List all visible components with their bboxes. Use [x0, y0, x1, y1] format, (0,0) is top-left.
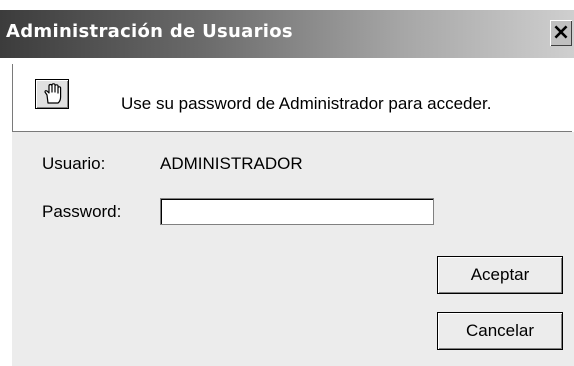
password-label: Password:	[42, 202, 122, 221]
title-bar[interactable]: Administración de Usuarios ×	[0, 10, 574, 58]
cancel-button[interactable]: Cancelar	[437, 312, 563, 350]
accept-button[interactable]: Aceptar	[437, 256, 563, 294]
admin-users-dialog: Administración de Usuarios × Use su pass…	[0, 0, 574, 366]
window-title: Administración de Usuarios	[6, 21, 293, 42]
password-input[interactable]	[160, 198, 434, 225]
hand-icon	[35, 79, 69, 109]
info-panel: Use su password de Administrador para ac…	[12, 64, 572, 132]
close-button[interactable]: ×	[550, 20, 572, 46]
user-label: Usuario:	[42, 154, 106, 173]
info-message: Use su password de Administrador para ac…	[121, 94, 492, 113]
user-value: ADMINISTRADOR	[160, 154, 303, 173]
login-form: Usuario: ADMINISTRADOR Password: Aceptar…	[12, 132, 574, 366]
hand-icon-glyph	[44, 83, 62, 104]
